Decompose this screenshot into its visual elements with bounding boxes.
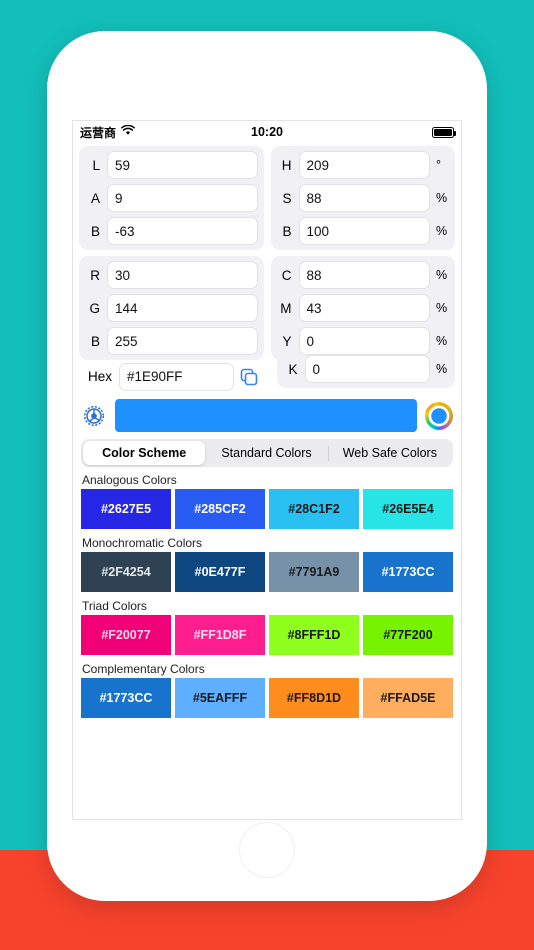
copy-icon[interactable] [234, 367, 264, 387]
panels-row-1: L 59 A 9 B -63 H 209 ° S 88 % B 100 % [73, 143, 461, 250]
field-value[interactable]: 0 [298, 327, 430, 355]
color-bar-row [73, 393, 461, 436]
view-mode-tabs: Color Scheme Standard Colors Web Safe Co… [81, 439, 453, 467]
hex-field-group: Hex #1E90FF [79, 360, 270, 393]
field-unit: % [436, 268, 448, 282]
status-bar-right [432, 126, 457, 138]
hex-input[interactable]: #1E90FF [119, 362, 234, 391]
home-button[interactable] [239, 822, 295, 878]
field-label: B [90, 223, 100, 239]
color-swatch[interactable]: #2F4254 [81, 552, 171, 592]
phone-screen: 运营商 10:20 L 59 A 9 B -63 H 209 ° S 88 % … [72, 120, 462, 820]
field-label: R [90, 267, 100, 283]
field-rgb-r[interactable]: R 30 [85, 261, 258, 289]
field-cmyk-m[interactable]: M 43 % [277, 294, 450, 322]
field-label: Y [282, 333, 292, 349]
color-swatch[interactable]: #285CF2 [175, 489, 265, 529]
scheme-group-title: Complementary Colors [82, 662, 205, 676]
field-value[interactable]: 88 [298, 184, 430, 212]
field-hsb-b[interactable]: B 100 % [277, 217, 450, 245]
field-label: M [280, 300, 292, 316]
field-cmyk-y[interactable]: Y 0 % [277, 327, 450, 355]
color-swatch[interactable]: #26E5E4 [363, 489, 453, 529]
tab-standard-colors[interactable]: Standard Colors [205, 441, 327, 465]
scheme-group-title: Analogous Colors [82, 473, 177, 487]
field-hsb-s[interactable]: S 88 % [277, 184, 450, 212]
phone-frame: 运营商 10:20 L 59 A 9 B -63 H 209 ° S 88 % … [47, 31, 487, 901]
swatch-row: #2627E5 #285CF2 #28C1F2 #26E5E4 [81, 489, 453, 529]
field-hsb-h[interactable]: H 209 ° [277, 151, 450, 179]
field-label: B [90, 333, 100, 349]
field-value[interactable]: 209 [298, 151, 430, 179]
field-lab-a[interactable]: A 9 [85, 184, 258, 212]
cmyk-k-panel: K 0 % [276, 355, 455, 388]
color-wheel-icon[interactable] [425, 401, 453, 430]
field-label: G [89, 300, 100, 316]
field-cmyk-k[interactable]: K 0 % [283, 355, 450, 383]
hsb-panel: H 209 ° S 88 % B 100 % [270, 146, 455, 250]
field-value[interactable]: 255 [107, 327, 258, 355]
color-swatch[interactable]: #F20077 [81, 615, 171, 655]
field-lab-l[interactable]: L 59 [85, 151, 258, 179]
field-unit: % [436, 224, 448, 238]
status-bar-time: 10:20 [251, 125, 283, 139]
field-unit: % [436, 191, 448, 205]
color-swatch[interactable]: #28C1F2 [269, 489, 359, 529]
scheme-group-title: Monochromatic Colors [82, 536, 203, 550]
field-value[interactable]: -63 [107, 217, 258, 245]
hex-label: Hex [87, 369, 112, 384]
color-swatch[interactable]: #0E477F [175, 552, 265, 592]
field-lab-b[interactable]: B -63 [85, 217, 258, 245]
color-preview-bar[interactable] [115, 399, 417, 432]
field-value[interactable]: 88 [298, 261, 430, 289]
color-swatch[interactable]: #7791A9 [269, 552, 359, 592]
color-swatch[interactable]: #FFAD5E [363, 678, 453, 718]
field-value[interactable]: 43 [298, 294, 430, 322]
panels-row-2: R 30 G 144 B 255 C 88 % M 43 % Y 0 % [73, 250, 461, 360]
color-swatch[interactable]: #1773CC [363, 552, 453, 592]
swatch-row: #1773CC #5EAFFF #FF8D1D #FFAD5E [81, 678, 453, 718]
rgb-panel: R 30 G 144 B 255 [79, 256, 264, 360]
field-label: H [281, 157, 292, 173]
color-swatch[interactable]: #FF1D8F [175, 615, 265, 655]
tab-color-scheme[interactable]: Color Scheme [83, 441, 206, 465]
color-swatch[interactable]: #5EAFFF [175, 678, 265, 718]
gear-icon[interactable] [81, 403, 107, 429]
field-value[interactable]: 30 [107, 261, 258, 289]
field-rgb-b[interactable]: B 255 [85, 327, 258, 355]
field-unit: % [436, 334, 448, 348]
field-cmyk-c[interactable]: C 88 % [277, 261, 450, 289]
scheme-group-title: Triad Colors [82, 599, 147, 613]
field-rgb-g[interactable]: G 144 [85, 294, 258, 322]
field-label: C [281, 267, 292, 283]
color-swatch[interactable]: #2627E5 [81, 489, 171, 529]
status-bar: 运营商 10:20 [73, 121, 461, 143]
field-label: B [282, 223, 292, 239]
battery-icon [432, 126, 457, 138]
swatch-row: #F20077 #FF1D8F #8FFF1D #77F200 [81, 615, 453, 655]
field-value[interactable]: 59 [107, 151, 258, 179]
field-value[interactable]: 9 [107, 184, 258, 212]
field-label: A [90, 190, 100, 206]
color-swatch[interactable]: #FF8D1D [269, 678, 359, 718]
field-value[interactable]: 100 [298, 217, 430, 245]
cmyk-panel: C 88 % M 43 % Y 0 % [270, 256, 455, 360]
field-label: K [288, 361, 298, 377]
field-value[interactable]: 144 [107, 294, 258, 322]
color-swatch[interactable]: #1773CC [81, 678, 171, 718]
cmyk-k-wrapper: K 0 % [276, 355, 455, 393]
field-unit: ° [436, 158, 441, 172]
lab-panel: L 59 A 9 B -63 [79, 146, 264, 250]
color-scheme-groups: Analogous Colors #2627E5 #285CF2 #28C1F2 #26… [73, 467, 461, 718]
color-swatch[interactable]: #77F200 [363, 615, 453, 655]
field-value[interactable]: 0 [304, 355, 430, 383]
field-unit: % [436, 301, 448, 315]
field-label: S [282, 190, 292, 206]
color-swatch[interactable]: #8FFF1D [269, 615, 359, 655]
field-unit: % [436, 362, 448, 376]
swatch-row: #2F4254 #0E477F #7791A9 #1773CC [81, 552, 453, 592]
hex-row: Hex #1E90FF K 0 % [73, 355, 461, 393]
field-label: L [92, 157, 100, 173]
tab-web-safe-colors[interactable]: Web Safe Colors [329, 441, 451, 465]
